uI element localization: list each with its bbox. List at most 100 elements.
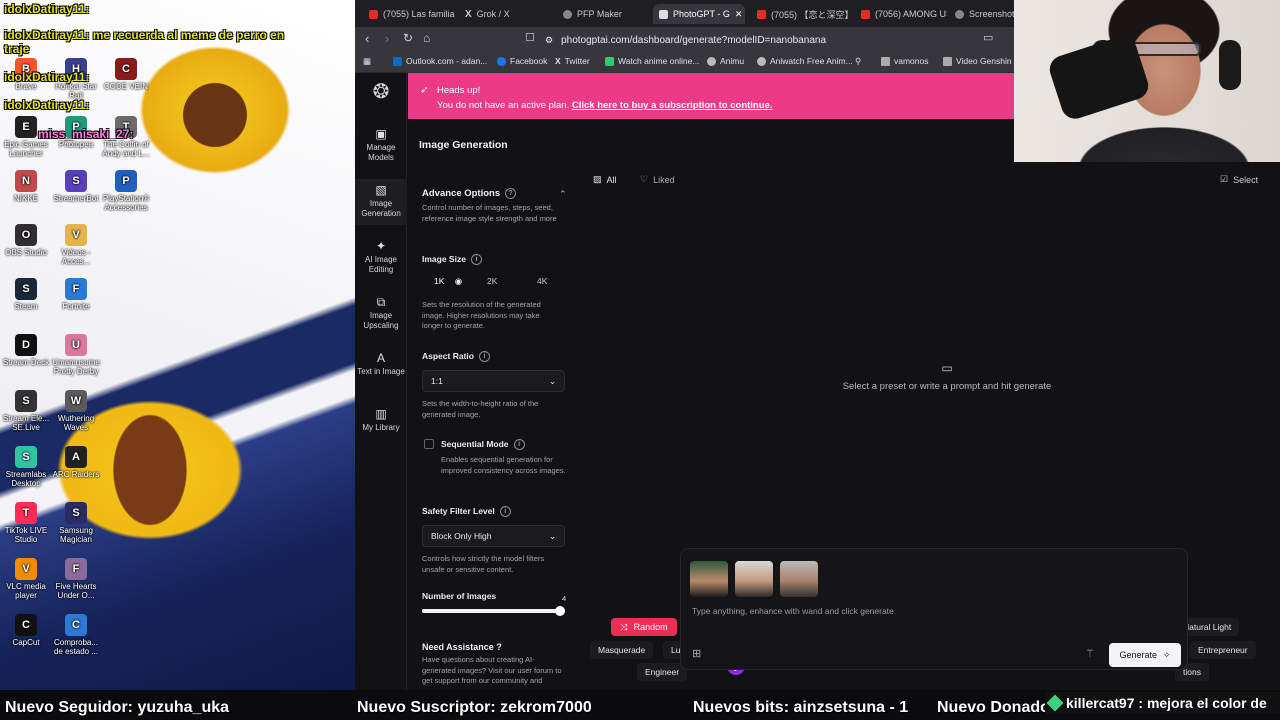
magic-wand-icon[interactable]: ⚚ [1085,647,1095,660]
desktop-icon[interactable]: U Umamusume Pretty Derby [50,334,102,376]
info-icon[interactable]: i [470,254,482,266]
info-icon[interactable]: i [499,506,511,518]
size-option-1k[interactable]: 1K ◉ [434,276,462,287]
desktop-icon[interactable]: S Streamlabs Desktop [0,446,52,488]
nav-image-generation[interactable]: ▧ Image Generation [355,179,407,225]
desktop-icon[interactable]: S Steam [0,278,52,311]
desktop-icon-label: CapCut [12,638,40,647]
size-option-2k[interactable]: 2K [487,276,497,286]
nav-manage-models[interactable]: ▣ Manage Models [355,127,407,163]
bookmark-genshin[interactable]: Video Genshin F [943,56,1019,66]
apps-icon[interactable]: ▦ [363,56,371,67]
tab-youtube-2[interactable]: (7055) 【恋と深空】 [751,4,851,24]
filter-all[interactable]: ▨ All [593,174,617,185]
desktop-icon-label: Epic Games Launcher [4,140,48,158]
text-icon: A [376,351,385,365]
info-icon[interactable]: i [478,351,490,363]
desktop-icon[interactable]: N NIKKE [0,170,52,203]
preset-entrepreneur[interactable]: Entrepreneur [1190,641,1256,659]
forward-icon[interactable]: › [385,31,389,46]
facebook-icon [497,56,506,66]
help-icon[interactable]: ? [505,188,517,199]
close-icon[interactable]: ✕ [735,9,743,20]
number-of-images-slider[interactable] [422,606,565,616]
desktop-icon[interactable]: C CapCut [0,614,52,647]
filter-liked[interactable]: ♡ Liked [640,174,675,185]
bookmark-facebook[interactable]: Facebook [497,56,547,66]
chip-icon: ▣ [375,127,387,141]
generate-button[interactable]: Generate ✧ [1109,643,1181,667]
advance-options-header[interactable]: Advance Options? [422,188,517,199]
desktop-icon[interactable]: S StreamerBot [50,170,102,203]
add-image-icon[interactable]: ⊞ [692,647,701,660]
tab-pfp-maker[interactable]: PFP Maker [557,4,649,24]
sequential-mode-checkbox[interactable] [424,439,434,449]
nav-text-in-image[interactable]: A Text in Image [355,351,407,377]
reference-thumbnail[interactable] [780,561,818,597]
reference-thumbnail[interactable] [735,561,773,597]
buy-subscription-link[interactable]: Click here to buy a subscription to cont… [572,100,773,111]
reload-icon[interactable]: ↻ [403,31,413,45]
globe-icon [563,9,572,19]
safety-filter-select[interactable]: Block Only High ⌄ [422,525,565,547]
safety-filter-description: Controls how strictly the model filters … [422,554,545,574]
desktop-icon[interactable]: W Wuthering Waves [50,390,102,432]
size-option-4k[interactable]: 4K [537,276,547,286]
bookmark-vamonos[interactable]: vamonos [881,56,929,66]
bookmark-mobile[interactable]: ⚲ [855,56,861,67]
desktop-icon-label: TikTok LIVE Studio [4,526,48,544]
desktop-icon[interactable]: V VLC media player [0,558,52,600]
chat-popup: killercat97 : mejora el color de [1045,692,1280,714]
desktop-icon[interactable]: S Samsung Magician [50,502,102,544]
preset-engineer[interactable]: Engineer [637,663,688,681]
tab-youtube-1[interactable]: (7055) Las familia [363,4,455,24]
select-button[interactable]: ☑ Select [1220,174,1258,185]
desktop-icon[interactable]: A ARC Raiders [50,446,102,479]
desktop-icon[interactable]: D Stream Deck [0,334,52,367]
back-icon[interactable]: ‹ [365,31,369,46]
app-icon: F [65,558,87,580]
random-button[interactable]: ⤨ Random [611,618,677,636]
cast-icon[interactable]: ▭ [983,31,993,44]
desktop-icon[interactable]: F Fortnite [50,278,102,311]
prompt-input[interactable]: Type anything, enhance with wand and cli… [692,606,894,616]
desktop-icon[interactable]: S Stream Ele... SE.Live [0,390,52,432]
bookmark-icon[interactable]: ☐ [525,31,535,44]
nav-my-library[interactable]: ▥ My Library [355,408,407,433]
desktop-icon[interactable]: C CODE VEIN [100,58,152,91]
chevron-up-icon[interactable]: ⌃ [559,189,567,200]
slider-fill [422,609,565,613]
desktop-icon[interactable]: F Five Hearts Under O... [50,558,102,600]
chat-line: miss_misaki_27: [38,127,134,141]
bookmark-animu[interactable]: Animu [707,56,744,66]
home-icon[interactable]: ⌂ [423,31,430,45]
youtube-icon [757,9,766,19]
info-icon[interactable]: i [513,439,525,451]
bookmark-twitter[interactable]: X Twitter [555,56,590,66]
desktop-icon[interactable]: C Comproba... de estado ... [50,614,102,656]
tab-grok[interactable]: X Grok / X [459,4,551,24]
tab-photogpt[interactable]: PhotoGPT - G ✕ [653,4,745,24]
desktop-icon[interactable]: V Videos - Acces... [50,224,102,266]
assistance-title: Need Assistance ? [422,642,502,652]
microphone [1046,32,1152,123]
nav-image-upscaling[interactable]: ⧉ Image Upscaling [355,296,407,331]
desktop-icon[interactable]: T TikTok LIVE Studio [0,502,52,544]
reference-thumbnail[interactable] [690,561,728,597]
bookmark-aniwatch[interactable]: Aniwatch Free Anim... [757,56,853,66]
desktop-icon[interactable]: P PlayStation® Accessories [100,170,152,212]
bookmark-outlook[interactable]: Outlook.com - adan... [393,56,487,66]
headphone-right [1219,40,1241,90]
outlook-icon [393,56,402,66]
tab-youtube-3[interactable]: (7056) AMONG US [855,4,947,24]
site-info-icon[interactable]: ⚙ [545,35,553,46]
preset-masquerade[interactable]: Masquerade [590,641,654,659]
options-panel: Advance Options? ⌃ Control number of ima… [407,158,575,690]
url-field[interactable]: ⚙ photogptai.com/dashboard/generate?model… [545,30,1025,50]
photogpt-logo-icon[interactable]: ❂ [355,82,407,102]
nav-ai-image-editing[interactable]: ✦ AI Image Editing [355,240,407,275]
aspect-ratio-select[interactable]: 1:1 ⌄ [422,370,565,392]
slider-thumb[interactable] [555,606,565,616]
desktop-icon[interactable]: O OBS Studio [0,224,52,257]
bookmark-watch-anime[interactable]: Watch anime online... [605,56,699,66]
